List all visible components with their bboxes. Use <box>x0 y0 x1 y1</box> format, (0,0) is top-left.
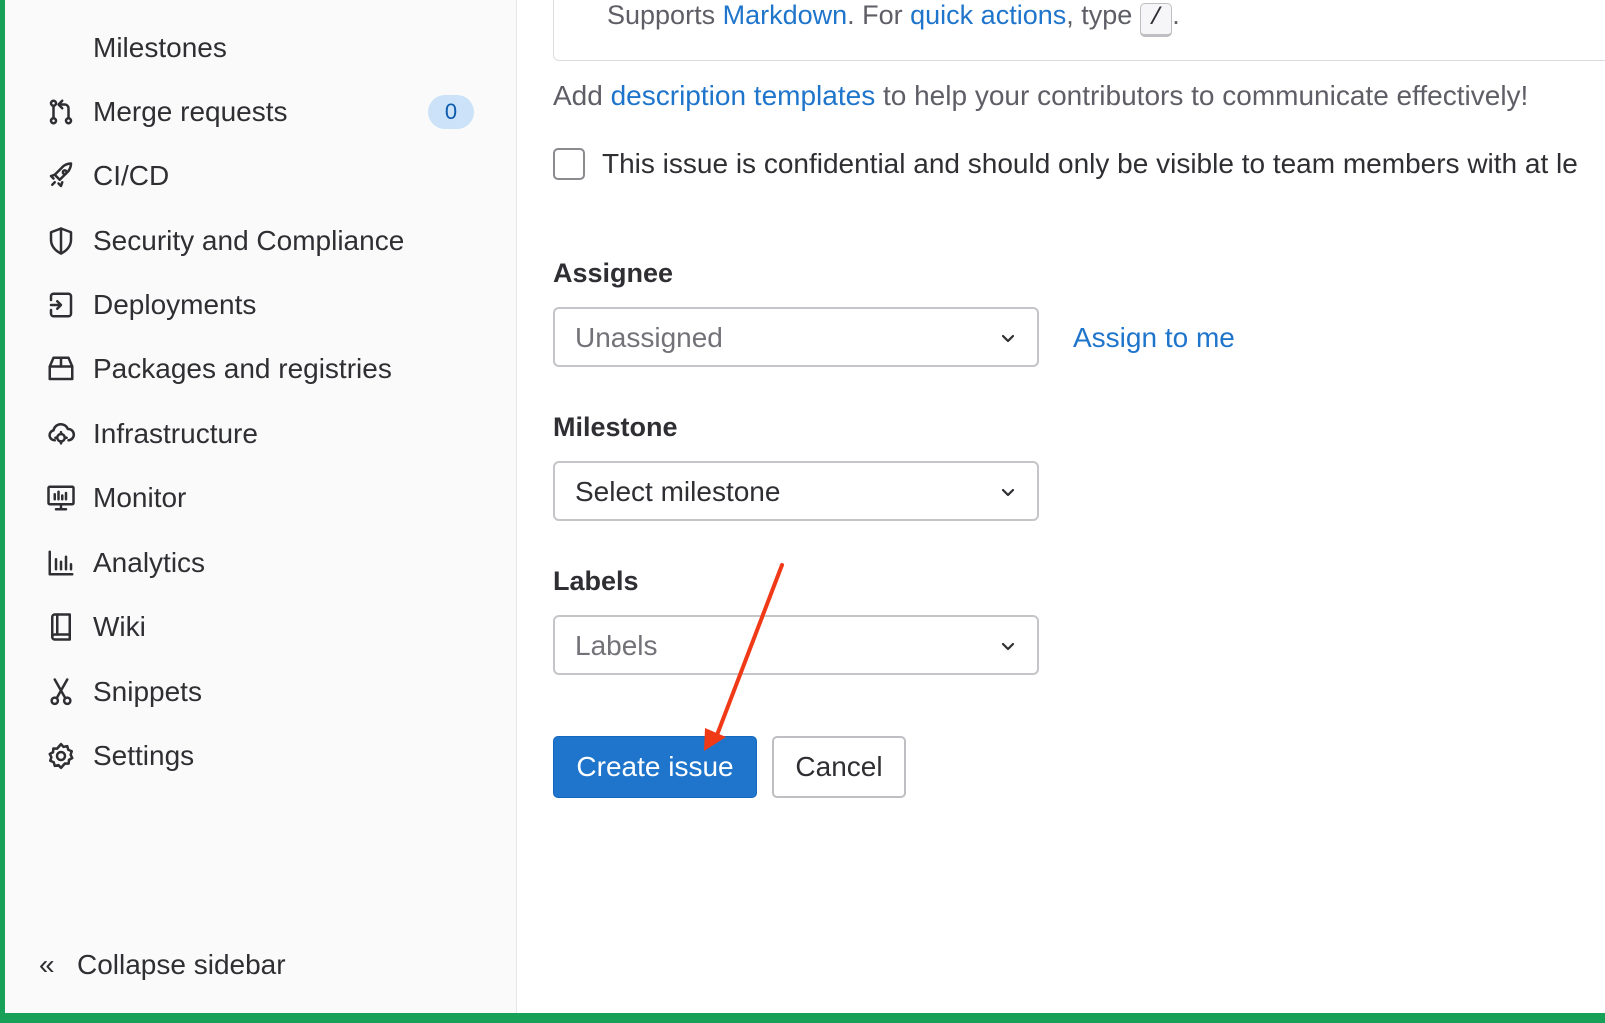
sidebar-item-settings[interactable]: Settings <box>5 728 516 784</box>
book-icon <box>44 610 78 644</box>
slash-key: / <box>1139 3 1173 37</box>
hint-text: . For <box>847 0 911 30</box>
hint-text: Supports <box>607 0 723 30</box>
gear-icon <box>44 739 78 773</box>
sidebar-item-label: Wiki <box>93 611 146 642</box>
labels-select[interactable]: Labels <box>553 615 1039 675</box>
scissors-icon <box>44 675 78 709</box>
sidebar-item-packages[interactable]: Packages and registries <box>5 341 516 397</box>
analytics-icon <box>44 546 78 580</box>
cloud-gear-icon <box>44 417 78 451</box>
rocket-icon <box>44 159 78 193</box>
app-window: Milestones Merge requests 0 CI/CD Securi… <box>5 0 1605 1013</box>
issue-form: Supports Markdown. For quick actions, ty… <box>516 0 1605 1013</box>
sidebar-item-label: Security and Compliance <box>93 225 405 256</box>
sidebar-item-label: Snippets <box>93 676 202 707</box>
milestone-select[interactable]: Select milestone <box>553 461 1039 521</box>
sidebar-item-monitor[interactable]: Monitor <box>5 470 516 526</box>
sidebar-item-milestones[interactable]: Milestones <box>5 20 516 76</box>
sidebar-item-label: Merge requests <box>93 96 288 127</box>
milestone-value: Select milestone <box>575 476 781 507</box>
assignee-label: Assignee <box>553 258 674 288</box>
milestone-label: Milestone <box>553 412 678 442</box>
hint-text: , type <box>1066 0 1140 30</box>
package-icon <box>44 352 78 386</box>
confidential-checkbox[interactable] <box>553 148 585 180</box>
markdown-link[interactable]: Markdown <box>723 0 848 30</box>
hint-text: Add <box>553 80 611 111</box>
sidebar-item-label: Analytics <box>93 547 206 578</box>
sidebar-item-label: Packages and registries <box>93 353 392 384</box>
chevron-down-icon <box>999 483 1017 501</box>
double-chevron-left-icon: « <box>39 949 55 980</box>
chevron-down-icon <box>999 637 1017 655</box>
description-editor-footer: Supports Markdown. For quick actions, ty… <box>553 0 1605 61</box>
description-templates-hint: Add description templates to help your c… <box>553 80 1528 112</box>
sidebar: Milestones Merge requests 0 CI/CD Securi… <box>5 0 517 1013</box>
deployments-icon <box>44 288 78 322</box>
confidential-option: This issue is confidential and should on… <box>553 148 1578 180</box>
cancel-button[interactable]: Cancel <box>772 736 906 798</box>
sidebar-item-merge-requests[interactable]: Merge requests 0 <box>5 84 516 140</box>
description-templates-link[interactable]: description templates <box>611 80 876 111</box>
sidebar-item-security[interactable]: Security and Compliance <box>5 213 516 269</box>
collapse-sidebar-label: Collapse sidebar <box>77 949 286 980</box>
sidebar-item-label: CI/CD <box>93 160 170 191</box>
sidebar-item-analytics[interactable]: Analytics <box>5 535 516 591</box>
sidebar-item-snippets[interactable]: Snippets <box>5 664 516 720</box>
assignee-select[interactable]: Unassigned <box>553 307 1039 367</box>
sidebar-item-label: Infrastructure <box>93 418 258 449</box>
sidebar-item-label: Milestones <box>93 32 227 63</box>
quick-actions-link[interactable]: quick actions <box>910 0 1066 30</box>
shield-icon <box>44 224 78 258</box>
monitor-icon <box>44 481 78 515</box>
assignee-value: Unassigned <box>575 322 723 353</box>
chevron-down-icon <box>999 329 1017 347</box>
hint-text: . <box>1172 0 1180 30</box>
labels-value: Labels <box>575 630 658 661</box>
hint-text: to help your contributors to communicate… <box>875 80 1529 111</box>
sidebar-item-label: Deployments <box>93 289 257 320</box>
sidebar-item-label: Settings <box>93 740 195 771</box>
sidebar-item-label: Monitor <box>93 482 187 513</box>
collapse-sidebar-button[interactable]: « Collapse sidebar <box>5 940 516 990</box>
create-issue-button[interactable]: Create issue <box>553 736 757 798</box>
sidebar-item-infrastructure[interactable]: Infrastructure <box>5 406 516 462</box>
sidebar-item-deployments[interactable]: Deployments <box>5 277 516 333</box>
sidebar-item-ci-cd[interactable]: CI/CD <box>5 148 516 204</box>
sidebar-item-wiki[interactable]: Wiki <box>5 599 516 655</box>
merge-request-icon <box>44 95 78 129</box>
assign-to-me-link[interactable]: Assign to me <box>1073 322 1235 354</box>
confidential-label: This issue is confidential and should on… <box>602 148 1578 179</box>
labels-label: Labels <box>553 566 639 596</box>
count-badge: 0 <box>428 95 474 129</box>
markdown-hint: Supports Markdown. For quick actions, ty… <box>607 0 1180 37</box>
